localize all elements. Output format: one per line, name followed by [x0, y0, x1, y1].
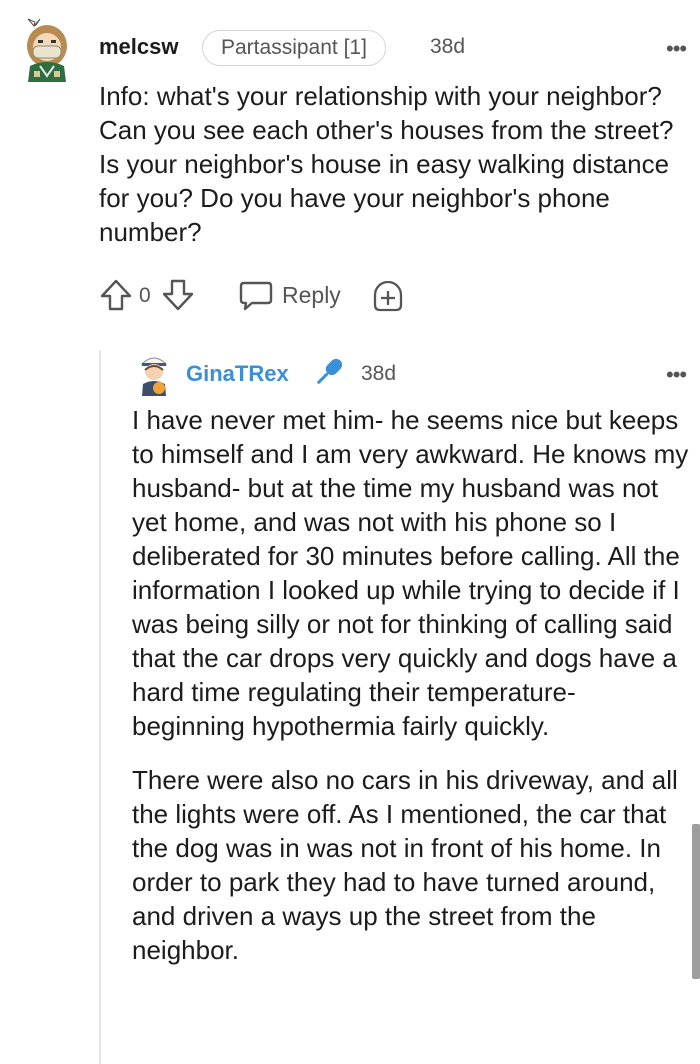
upvote-icon[interactable]: [99, 278, 133, 317]
award-icon[interactable]: [371, 280, 405, 318]
more-icon[interactable]: •••: [666, 362, 687, 388]
username[interactable]: GinaTRex: [186, 361, 289, 387]
avatar-image: [27, 18, 67, 82]
avatar[interactable]: [20, 16, 74, 82]
downvote-icon[interactable]: [161, 278, 195, 317]
comment-body: Info: what's your relationship with your…: [99, 81, 674, 247]
timestamp: 38d: [430, 35, 466, 58]
timestamp: 38d: [361, 362, 397, 385]
thread-line[interactable]: [99, 350, 101, 1064]
username[interactable]: melcsw: [99, 34, 179, 60]
user-flair: Partassipant [1]: [202, 30, 386, 66]
avatar[interactable]: [134, 352, 174, 396]
comment-paragraph: There were also no cars in his driveway,…: [132, 765, 678, 965]
scrollbar[interactable]: [692, 824, 700, 979]
avatar-image: [140, 357, 168, 396]
more-icon[interactable]: •••: [666, 36, 687, 62]
vote-count: 0: [139, 284, 151, 307]
comment-paragraph: I have never met him- he seems nice but …: [132, 405, 689, 741]
comment-body: I have never met him- he seems nice but …: [132, 403, 694, 987]
reply-icon[interactable]: [238, 280, 274, 317]
microphone-icon: [311, 354, 347, 395]
reply-button[interactable]: Reply: [282, 282, 341, 309]
comment-actions: 0 Reply: [99, 276, 439, 316]
